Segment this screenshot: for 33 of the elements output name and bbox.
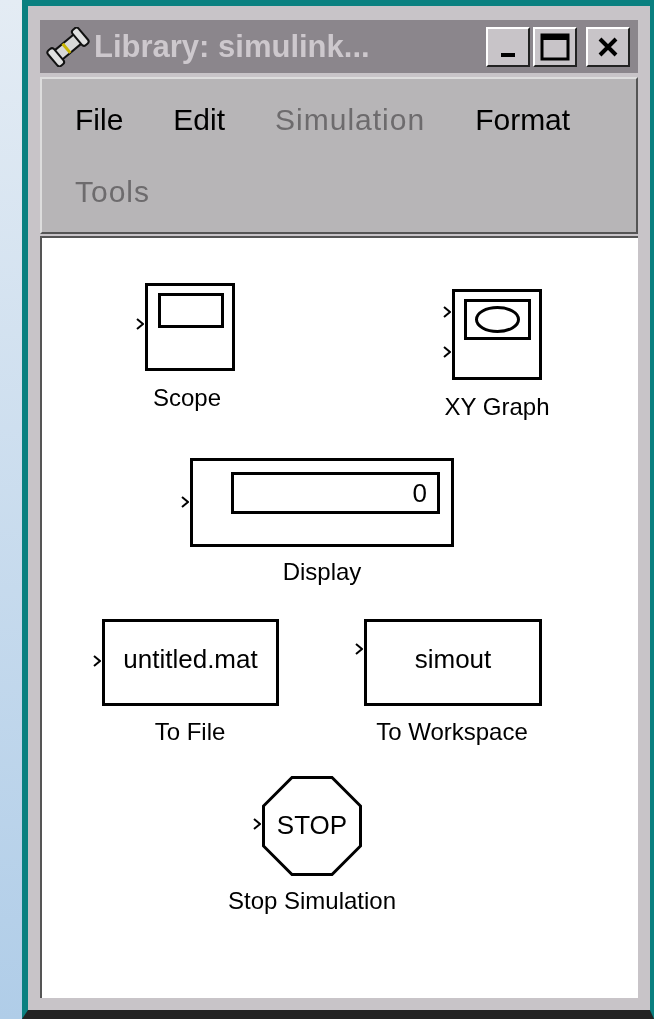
minimize-button[interactable] (486, 26, 530, 67)
block-parameter: untitled.mat (123, 644, 258, 675)
block-label: Scope (152, 384, 222, 412)
input-port-icon (355, 643, 363, 655)
block-label: XY Graph (444, 393, 550, 421)
input-port-icon (181, 496, 189, 508)
display-readout: 0 (231, 472, 440, 514)
menu-item[interactable]: File (75, 84, 124, 156)
input-port-icon (253, 818, 261, 830)
to-file-block[interactable]: untitled.mat (102, 619, 279, 706)
stop-text: STOP (276, 810, 348, 841)
block-label: Stop Simulation (227, 887, 397, 915)
to-workspace-block[interactable]: simout (364, 619, 542, 706)
menu-item[interactable]: Format (475, 84, 571, 156)
maximize-button[interactable] (533, 26, 577, 67)
maximize-icon (540, 32, 570, 61)
block-label: To Workspace (376, 718, 528, 746)
display-block[interactable]: 0 (190, 458, 454, 547)
scope-block[interactable] (145, 283, 235, 371)
block-parameter: simout (414, 644, 492, 675)
octagon-shape[interactable] (262, 776, 362, 876)
minimize-icon (501, 52, 515, 57)
close-button[interactable] (586, 26, 630, 67)
xy-graph-block[interactable] (452, 289, 542, 380)
input-port-icon (136, 318, 144, 330)
block-label: To File (154, 718, 226, 746)
menu-item[interactable]: Edit (173, 84, 226, 156)
input-port-icon (443, 346, 451, 358)
block-label: Display (282, 558, 362, 586)
close-icon (597, 35, 619, 58)
input-port-icon (443, 306, 451, 318)
window-title: Library: simulink... (94, 28, 371, 65)
input-port-icon (93, 655, 101, 667)
